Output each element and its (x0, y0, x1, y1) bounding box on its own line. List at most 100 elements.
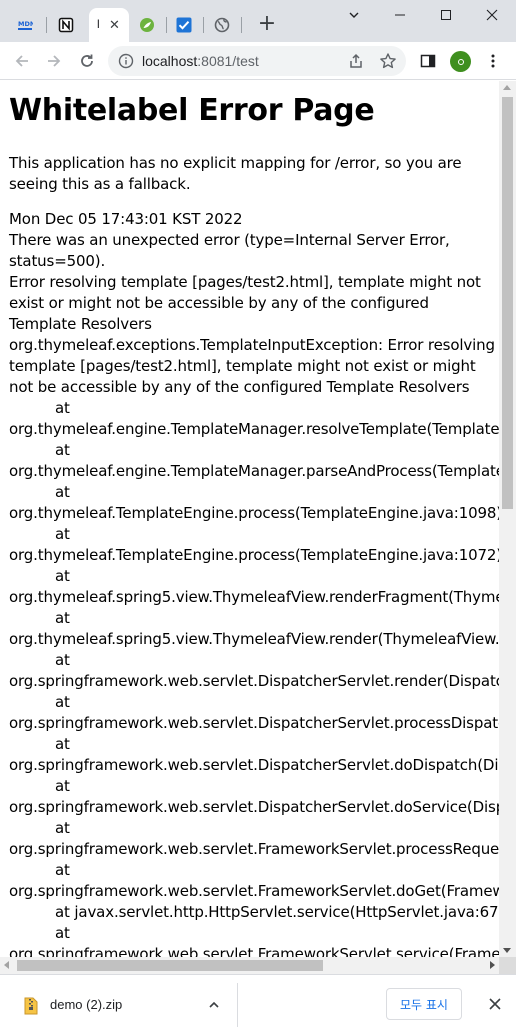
show-all-button[interactable]: 모두 표시 (386, 988, 462, 1020)
error-line: org.thymeleaf.exceptions.TemplateInputEx… (9, 336, 495, 354)
info-icon[interactable] (118, 53, 134, 69)
new-tab-button[interactable]: + (256, 13, 278, 36)
url-host: localhost (142, 53, 198, 69)
tab-globe[interactable] (203, 8, 241, 42)
maximize-button[interactable] (423, 0, 469, 30)
intro-line: This application has no explicit mapping… (9, 154, 462, 172)
stack-frame: org.springframework.web.servlet.Framewor… (9, 945, 499, 957)
download-item[interactable]: demo (2).zip (14, 985, 236, 1025)
menu-button[interactable] (481, 49, 505, 73)
tab-tasks[interactable] (166, 8, 202, 42)
page-viewport: Whitelabel Error Page This application h… (0, 81, 499, 957)
shelf-divider (237, 983, 238, 1027)
close-shelf-icon[interactable] (486, 995, 504, 1013)
close-icon (486, 9, 498, 21)
stack-frame: org.springframework.web.servlet.Framewor… (9, 840, 499, 858)
stack-at: at (55, 483, 70, 501)
spring-icon (140, 18, 154, 32)
tab-close-icon[interactable]: ✕ (109, 19, 120, 32)
zip-file-icon (24, 997, 38, 1015)
scroll-down-icon[interactable] (503, 948, 511, 953)
star-icon[interactable] (379, 52, 397, 70)
stack-at: at (55, 399, 70, 417)
tab-title: l (97, 17, 100, 31)
side-panel-icon (420, 54, 436, 68)
tab-active[interactable]: l ✕ (89, 8, 129, 42)
stack-at: at (55, 567, 70, 585)
error-line: Error resolving template [pages/test2.ht… (9, 273, 481, 291)
intro-line: seeing this as a fallback. (9, 175, 191, 193)
stack-frame: org.thymeleaf.engine.TemplateManager.res… (9, 420, 499, 438)
scroll-right-icon[interactable] (490, 961, 495, 969)
tab-search-button[interactable] (331, 0, 377, 30)
stack-at: at (55, 441, 70, 459)
download-shelf: demo (2).zip 모두 표시 (0, 974, 516, 1034)
stack-at: at (55, 525, 70, 543)
address-bar[interactable]: localhost:8081/test (108, 46, 406, 76)
error-line: Template Resolvers (9, 315, 152, 333)
share-icon[interactable] (347, 52, 365, 70)
stack-frame: org.thymeleaf.spring5.view.ThymeleafView… (9, 588, 499, 606)
mdn-icon: MDN (18, 20, 33, 30)
scroll-up-icon[interactable] (503, 85, 511, 90)
stack-at: at (55, 777, 70, 795)
notion-icon (58, 17, 74, 33)
globe-icon (214, 17, 230, 33)
maximize-icon (441, 10, 451, 20)
stack-at: at (55, 819, 70, 837)
horizontal-scrollbar[interactable] (0, 957, 499, 974)
tab-spring[interactable] (129, 8, 165, 42)
forward-button[interactable] (42, 49, 66, 73)
stack-frame: org.thymeleaf.TemplateEngine.process(Tem… (9, 504, 499, 522)
error-line: status=500). (9, 252, 106, 270)
reload-icon (81, 54, 93, 67)
stack-frame: org.springframework.web.servlet.Framewor… (9, 882, 499, 900)
profile-icon (457, 58, 464, 65)
download-file-name: demo (2).zip (50, 997, 123, 1012)
tab-separator (241, 17, 242, 33)
arrow-right-icon (48, 55, 61, 67)
stack-frame: org.thymeleaf.TemplateEngine.process(Tem… (9, 546, 499, 564)
scrollbar-corner (499, 957, 516, 974)
vertical-scroll-thumb[interactable] (502, 97, 513, 509)
tab-mdn[interactable]: MDN (4, 8, 46, 42)
stack-at: at (55, 861, 70, 879)
side-panel-button[interactable] (416, 49, 440, 73)
url-path: :8081/test (197, 53, 259, 69)
stack-frame: org.springframework.web.servlet.Dispatch… (9, 756, 499, 774)
stack-at: at (55, 651, 70, 669)
vertical-scrollbar[interactable] (499, 81, 516, 957)
back-button[interactable] (10, 49, 34, 73)
close-window-button[interactable] (469, 0, 515, 30)
stack-frame: org.springframework.web.servlet.Dispatch… (9, 798, 499, 816)
profile-avatar[interactable] (450, 51, 471, 72)
error-line: There was an unexpected error (type=Inte… (9, 231, 450, 249)
reload-button[interactable] (75, 49, 99, 73)
stack-at: at (55, 609, 70, 627)
scroll-left-icon[interactable] (4, 961, 9, 969)
stack-frame: org.springframework.web.servlet.Dispatch… (9, 672, 499, 690)
checkbox-icon (176, 17, 192, 33)
stack-frame: at javax.servlet.http.HttpServlet.servic… (55, 903, 499, 921)
stack-at: at (55, 735, 70, 753)
minimize-icon (395, 14, 405, 16)
browser-toolbar: localhost:8081/test (0, 42, 516, 80)
tab-notion[interactable] (46, 8, 86, 42)
svg-text:MDN: MDN (18, 20, 33, 28)
stack-frame: org.thymeleaf.spring5.view.ThymeleafView… (9, 630, 499, 648)
stack-at: at (55, 693, 70, 711)
tab-strip: MDN l ✕ + (0, 0, 516, 42)
error-line: not be accessible by any of the configur… (9, 378, 470, 396)
arrow-left-icon (15, 55, 28, 67)
horizontal-scroll-thumb[interactable] (17, 960, 323, 971)
error-line: template [pages/test2.html], template mi… (9, 357, 476, 375)
minimize-button[interactable] (377, 0, 423, 30)
url-text[interactable]: localhost:8081/test (142, 53, 259, 69)
chevron-up-icon[interactable] (206, 997, 222, 1013)
more-vert-icon (491, 54, 495, 68)
stack-at: at (55, 924, 70, 942)
error-line: exist or might not be accessible by any … (9, 294, 429, 312)
stack-frame: org.thymeleaf.engine.TemplateManager.par… (9, 462, 499, 480)
chevron-down-icon (349, 12, 359, 18)
stack-frame: org.springframework.web.servlet.Dispatch… (9, 714, 499, 732)
